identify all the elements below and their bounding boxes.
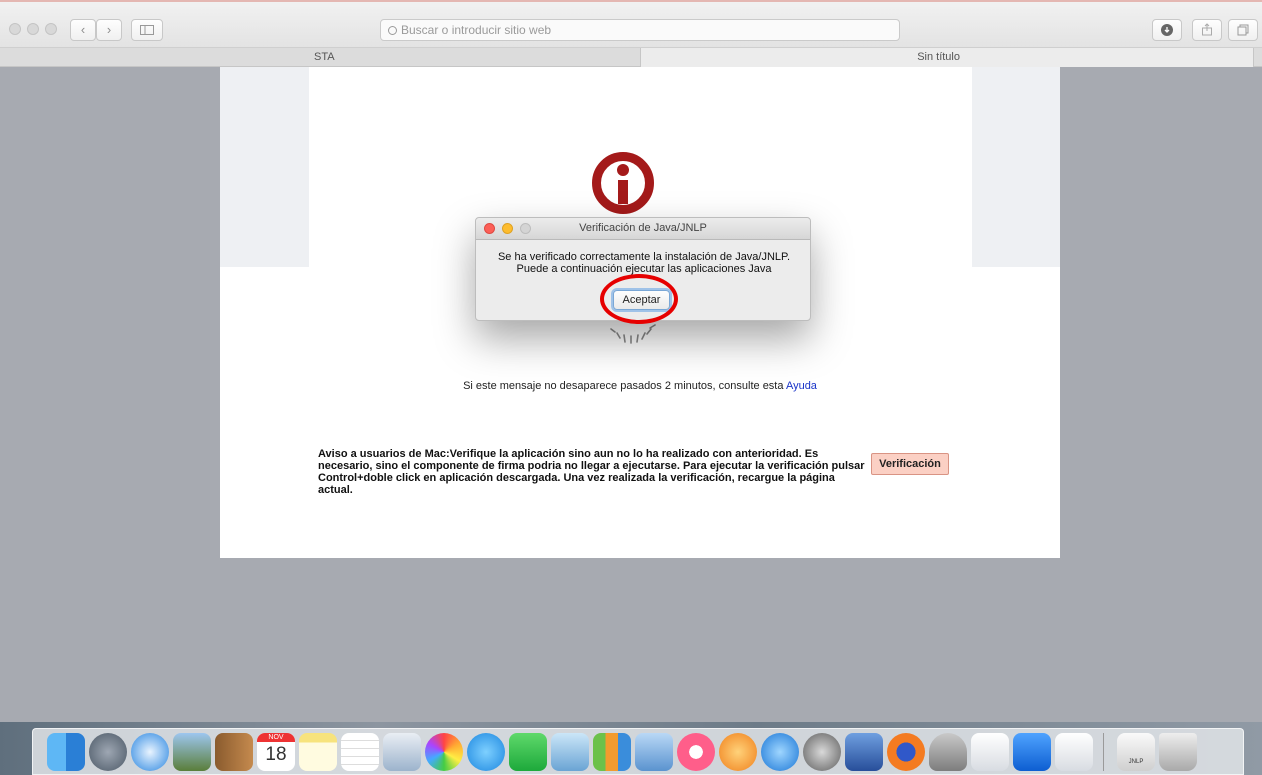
- help-message-text: Si este mensaje no desaparece pasados 2 …: [463, 380, 784, 392]
- page-side-panel-left: [220, 67, 309, 267]
- messages-icon[interactable]: [467, 733, 505, 771]
- downloads-button[interactable]: [1152, 19, 1182, 41]
- firefox-icon[interactable]: [887, 733, 925, 771]
- textedit-icon[interactable]: [551, 733, 589, 771]
- share-icon: [1202, 23, 1212, 36]
- facetime-icon[interactable]: [509, 733, 547, 771]
- browser-toolbar: ‹ › Buscar o introducir sitio web: [0, 0, 1262, 47]
- dock: NOV 18 JNLP: [32, 728, 1244, 775]
- jnlp-file-icon[interactable]: JNLP: [1117, 733, 1155, 771]
- tab-untitled[interactable]: Sin título: [640, 48, 1254, 67]
- chevron-right-icon: ›: [106, 22, 112, 37]
- calendar-icon[interactable]: NOV 18: [257, 733, 295, 771]
- dialog-title-bar: Verificación de Java/JNLP: [476, 218, 810, 240]
- launchpad-icon[interactable]: [89, 733, 127, 771]
- accept-button[interactable]: Aceptar: [613, 290, 670, 310]
- window-minimize-button[interactable]: [27, 23, 39, 35]
- search-icon: [388, 26, 397, 35]
- dialog-line-2: Puede a continuación ejecutar las aplica…: [516, 263, 772, 275]
- info-icon-dot: [617, 164, 629, 176]
- forward-button[interactable]: ›: [96, 19, 122, 41]
- java-preferences-icon[interactable]: [1055, 733, 1093, 771]
- address-placeholder: Buscar o introducir sitio web: [401, 23, 552, 37]
- info-icon-bar: [618, 180, 628, 204]
- teamviewer-icon[interactable]: [1013, 733, 1051, 771]
- notes-icon[interactable]: [299, 733, 337, 771]
- word-processor-icon[interactable]: [845, 733, 883, 771]
- page-side-panel-right: [972, 67, 1060, 267]
- trash-icon[interactable]: [1159, 733, 1197, 771]
- dialog-title: Verificación de Java/JNLP: [579, 222, 707, 234]
- contacts-icon[interactable]: [215, 733, 253, 771]
- help-message: Si este mensaje no desaparece pasados 2 …: [220, 380, 1060, 392]
- address-bar[interactable]: Buscar o introducir sitio web: [380, 19, 900, 41]
- finder-icon[interactable]: [47, 733, 85, 771]
- tab-label: Sin título: [917, 51, 960, 63]
- numbers-icon[interactable]: [593, 733, 631, 771]
- window-zoom-button[interactable]: [45, 23, 57, 35]
- info-icon: [592, 152, 654, 214]
- sidebar-button[interactable]: [131, 19, 163, 41]
- dialog-zoom-button: [520, 223, 531, 234]
- dialog-line-1: Se ha verificado correctamente la instal…: [497, 251, 791, 263]
- calendar-day: 18: [265, 744, 287, 765]
- java-verification-dialog: Verificación de Java/JNLP Se ha verifica…: [475, 217, 811, 321]
- tabs-icon: [1237, 24, 1249, 36]
- share-button[interactable]: [1192, 19, 1222, 41]
- loading-spinner-icon: [610, 324, 656, 344]
- download-icon: [1161, 24, 1173, 36]
- app-store-icon[interactable]: [761, 733, 799, 771]
- keynote-icon[interactable]: [635, 733, 673, 771]
- jnlp-file-label: JNLP: [1128, 759, 1144, 765]
- mail-stamp-icon[interactable]: [173, 733, 211, 771]
- reminders-icon[interactable]: [341, 733, 379, 771]
- back-button[interactable]: ‹: [70, 19, 96, 41]
- itunes-icon[interactable]: [677, 733, 715, 771]
- java-icon[interactable]: [971, 733, 1009, 771]
- ibooks-icon[interactable]: [719, 733, 757, 771]
- sidebar-icon: [140, 25, 154, 35]
- keychain-icon[interactable]: [929, 733, 967, 771]
- mac-notice: Aviso a usuarios de Mac:Verifique la apl…: [318, 448, 865, 496]
- preview-icon[interactable]: [383, 733, 421, 771]
- tabs-overview-button[interactable]: [1228, 19, 1258, 41]
- window-close-button[interactable]: [9, 23, 21, 35]
- system-preferences-icon[interactable]: [803, 733, 841, 771]
- calendar-month: NOV: [257, 733, 295, 742]
- tab-sta[interactable]: STA: [0, 48, 640, 67]
- screen: ‹ › Buscar o introducir sitio web STA Si…: [0, 0, 1262, 775]
- dialog-close-button[interactable]: [484, 223, 495, 234]
- tab-bar: STA Sin título: [0, 47, 1262, 67]
- safari-icon[interactable]: [131, 733, 169, 771]
- help-link[interactable]: Ayuda: [786, 380, 817, 392]
- dock-separator: [1103, 733, 1104, 771]
- photos-icon[interactable]: [425, 733, 463, 771]
- tab-label: STA: [314, 51, 335, 63]
- dialog-message: Se ha verificado correctamente la instal…: [476, 251, 812, 275]
- verify-button[interactable]: Verificación: [871, 453, 949, 475]
- chevron-left-icon: ‹: [80, 22, 86, 37]
- dialog-minimize-button[interactable]: [502, 223, 513, 234]
